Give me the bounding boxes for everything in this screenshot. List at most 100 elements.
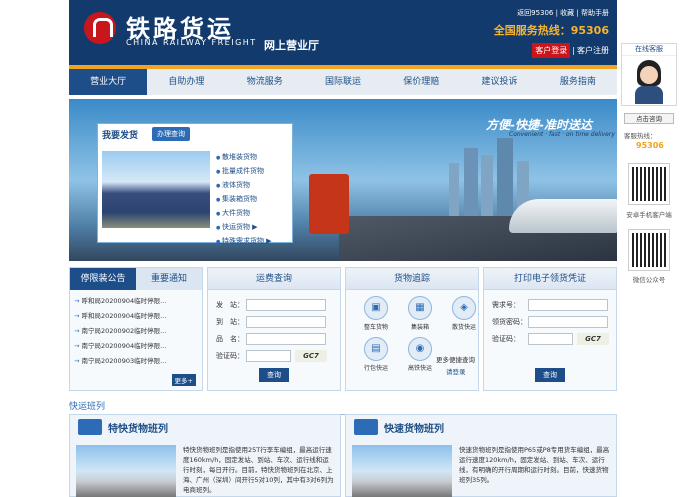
card-description: 快速货物班列是指使用P65或P8专用货车编组，最高运行速度120km/h，固定发… bbox=[459, 446, 610, 484]
service-parcel[interactable]: ▤ 行包快运 bbox=[356, 337, 396, 372]
to-station-label: 到 站： bbox=[216, 317, 244, 326]
hotline-label: 客服热线： bbox=[624, 132, 657, 140]
nav-item-guide[interactable]: 服务指南 bbox=[539, 69, 617, 95]
voucher-captcha-row: 验证码： GC7 bbox=[492, 330, 616, 347]
captcha-image[interactable]: GC7 bbox=[295, 349, 327, 362]
card-title[interactable]: 快速货物班列 bbox=[384, 420, 444, 435]
tab-important-notice[interactable]: 重要通知 bbox=[136, 268, 202, 290]
nav-item-logistics[interactable]: 物流服务 bbox=[226, 69, 304, 95]
from-station-label: 发 站： bbox=[216, 300, 244, 309]
cargo-type-item[interactable]: 快运货物 ▶ bbox=[216, 221, 272, 235]
tracking-title: 货物追踪 bbox=[346, 268, 478, 290]
hotline-number: 95306 bbox=[636, 141, 664, 150]
banner-truck bbox=[309, 174, 349, 234]
banner-slogan-en: Convenient · fast · on time delivery bbox=[509, 131, 615, 138]
avatar-body bbox=[635, 86, 663, 104]
goods-row: 品 名： bbox=[216, 330, 340, 347]
notice-item[interactable]: 南宁局20200904临时停限... bbox=[74, 339, 198, 354]
hero-banner: 方便-快捷-准时送达 Convenient · fast · on time d… bbox=[69, 99, 617, 261]
to-station-row: 到 站： bbox=[216, 313, 340, 330]
goods-label: 品 名： bbox=[216, 334, 244, 343]
service-highspeed[interactable]: ◉ 高铁快运 bbox=[400, 337, 440, 372]
card-header: 快速货物班列 bbox=[346, 415, 616, 437]
nav-item-hall[interactable]: 营业大厅 bbox=[69, 69, 148, 95]
notice-item[interactable]: 呼和局20200904临时停限... bbox=[74, 294, 198, 309]
freight-query-title: 运费查询 bbox=[208, 268, 340, 290]
cargo-type-item[interactable]: 特殊需求货物 ▶ bbox=[216, 235, 272, 249]
card-description: 特快货物班列是指使用25T行李车编组，最高运行速度160km/h，固定发站、到站… bbox=[183, 446, 334, 494]
banner-highspeed-train bbox=[509, 199, 617, 233]
avatar-face bbox=[640, 66, 658, 84]
ship-query-button[interactable]: 办理查询 bbox=[152, 127, 190, 141]
from-station-input[interactable] bbox=[246, 298, 326, 311]
order-label: 需求号： bbox=[492, 300, 520, 309]
android-qr-label: 安卓手机客户端 bbox=[626, 211, 672, 219]
notice-item[interactable]: 南宁局20200903临时停限... bbox=[74, 354, 198, 369]
service-label: 高铁快运 bbox=[407, 365, 432, 372]
railway-logo-icon bbox=[84, 12, 116, 44]
nav-item-complaints[interactable]: 建议投诉 bbox=[460, 69, 538, 95]
service-container[interactable]: ▦ 集装箱 bbox=[400, 296, 440, 331]
service-label: 集装箱 bbox=[410, 324, 429, 331]
freight-query-panel: 运费查询 发 站： 到 站： 品 名： 验证码： GC7 查询 bbox=[207, 267, 341, 391]
ship-panel: 我要发货 办理查询 散堆装货物 批量成件货物 液体货物 集装箱货物 大件货物 快… bbox=[97, 123, 293, 245]
ship-panel-title: 我要发货 bbox=[102, 131, 139, 141]
site-header: 铁路货运 CHINA RAILWAY FREIGHT 网上营业厅 返回95306… bbox=[69, 0, 617, 65]
more-button[interactable]: 更多+ bbox=[171, 374, 196, 386]
captcha-row: 验证码： GC7 bbox=[216, 347, 340, 364]
notice-item[interactable]: 南宁局20200902临时停限... bbox=[74, 324, 198, 339]
cargo-type-item[interactable]: 批量成件货物 bbox=[216, 165, 272, 179]
consult-button[interactable]: 点击咨询 bbox=[624, 113, 674, 124]
notice-panel: 停限装公告 重要通知 呼和局20200904临时停限... 呼和局2020090… bbox=[69, 267, 203, 391]
goods-input[interactable] bbox=[246, 332, 326, 345]
card-image bbox=[352, 445, 452, 497]
voucher-query-button[interactable]: 查询 bbox=[535, 368, 565, 382]
tracking-panel: 货物追踪 ▣ 整车货物 ▦ 集装箱 ◈ 散货快运 ▤ 行包快运 ◉ 高铁快运 更多便捷查询… bbox=[345, 267, 479, 391]
online-service-widget: 在线客服 bbox=[621, 43, 677, 106]
more-queries-link[interactable]: 更多便捷查询 bbox=[436, 354, 475, 364]
code-row: 领货密码： bbox=[492, 313, 616, 330]
online-service-title: 在线客服 bbox=[622, 44, 676, 56]
card-image bbox=[76, 445, 176, 497]
locomotive-image bbox=[102, 151, 210, 228]
android-qr-code bbox=[628, 163, 670, 205]
section-title[interactable]: 快运班列 bbox=[69, 399, 617, 415]
nav-item-self-service[interactable]: 自助办理 bbox=[147, 69, 225, 95]
site-subtitle: 网上营业厅 bbox=[264, 39, 319, 52]
code-input[interactable] bbox=[528, 315, 608, 328]
order-input[interactable] bbox=[528, 298, 608, 311]
freight-query-button[interactable]: 查询 bbox=[259, 368, 289, 382]
captcha-input[interactable] bbox=[246, 349, 291, 362]
service-agent-avatar bbox=[631, 60, 667, 104]
register-link[interactable]: 客户注册 bbox=[577, 45, 609, 56]
card-title[interactable]: 特快货物班列 bbox=[108, 420, 168, 435]
service-carload[interactable]: ▣ 整车货物 bbox=[356, 296, 396, 331]
express-train-card: 特快货物班列 特快货物班列是指使用25T行李车编组，最高运行速度160km/h，… bbox=[69, 414, 341, 497]
captcha-label: 验证码： bbox=[492, 334, 520, 343]
container-icon: ▦ bbox=[408, 296, 432, 320]
order-row: 需求号： bbox=[492, 296, 616, 313]
cargo-type-item[interactable]: 液体货物 bbox=[216, 179, 272, 193]
cargo-type-item[interactable]: 大件货物 bbox=[216, 207, 272, 221]
top-links[interactable]: 返回95306 | 收藏 | 帮助手册 bbox=[517, 8, 609, 18]
login-button[interactable]: 客户登录 bbox=[532, 43, 571, 58]
cargo-type-item[interactable]: 集装箱货物 bbox=[216, 193, 272, 207]
captcha-image[interactable]: GC7 bbox=[577, 332, 609, 345]
service-label: 行包快运 bbox=[363, 365, 388, 372]
logo-title-en: CHINA RAILWAY FREIGHT bbox=[126, 38, 257, 47]
train-icon bbox=[78, 419, 102, 435]
cargo-type-item[interactable]: 散堆装货物 bbox=[216, 151, 272, 165]
captcha-input[interactable] bbox=[528, 332, 573, 345]
tab-restriction-notice[interactable]: 停限装公告 bbox=[70, 268, 136, 290]
fast-train-card: 快速货物班列 快速货物班列是指使用P65或P8专用货车编组，最高运行速度120k… bbox=[345, 414, 617, 497]
service-express[interactable]: ◈ 散货快运 bbox=[444, 296, 484, 331]
header-auth: 客户登录 | 客户注册 bbox=[532, 43, 609, 58]
nav-item-insurance[interactable]: 保价理赔 bbox=[382, 69, 460, 95]
to-station-input[interactable] bbox=[246, 315, 326, 328]
card-header: 特快货物班列 bbox=[70, 415, 340, 437]
wechat-qr-label: 微信公众号 bbox=[632, 276, 666, 284]
nav-item-international[interactable]: 国际联运 bbox=[304, 69, 382, 95]
notice-item[interactable]: 呼和局20200904临时停限... bbox=[74, 309, 198, 324]
box-icon: ◈ bbox=[452, 296, 476, 320]
login-link[interactable]: 请登录 bbox=[446, 366, 466, 376]
